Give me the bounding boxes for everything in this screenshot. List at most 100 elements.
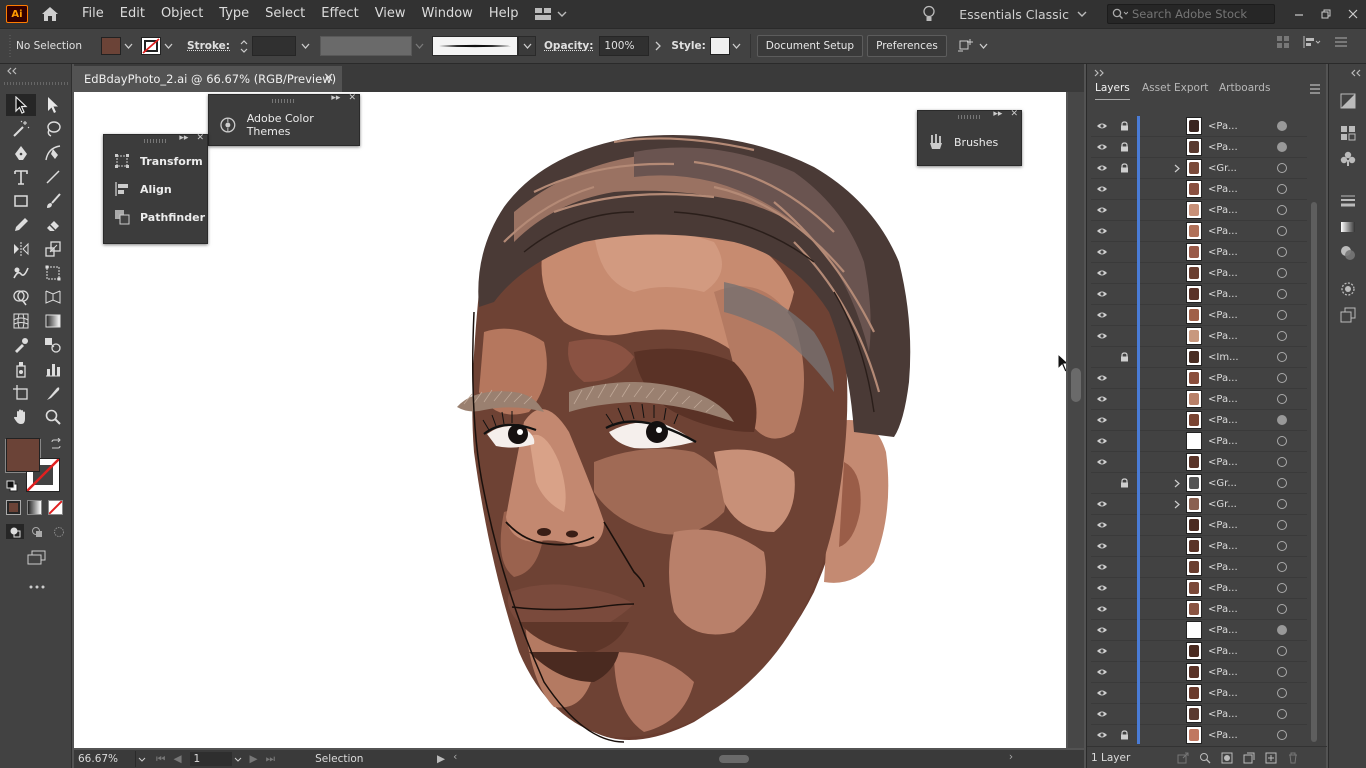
portrait-artwork[interactable]: [74, 92, 1066, 748]
restore-button[interactable]: [1312, 3, 1339, 25]
document-setup-button[interactable]: Document Setup: [756, 35, 864, 57]
gradient-tool[interactable]: [38, 310, 68, 332]
layer-name[interactable]: <Pa...: [1208, 205, 1268, 216]
canvas-vertical-scrollbar[interactable]: [1068, 92, 1084, 748]
opacity-slider-toggle[interactable]: [651, 37, 665, 55]
zoom-tool[interactable]: [38, 406, 68, 428]
graphic-style-dropdown[interactable]: [730, 37, 744, 55]
visibility-toggle[interactable]: [1091, 269, 1113, 277]
visibility-toggle[interactable]: [1091, 227, 1113, 235]
artboard[interactable]: [74, 92, 1066, 748]
lock-toggle[interactable]: [1113, 121, 1135, 131]
panel-header[interactable]: ▸▸ ✕: [209, 93, 359, 107]
dock-graphic-styles-icon[interactable]: [1329, 302, 1366, 328]
menu-window[interactable]: Window: [414, 0, 481, 28]
layer-row[interactable]: <Pa...: [1091, 535, 1307, 557]
layer-name[interactable]: <Pa...: [1208, 562, 1268, 573]
visibility-toggle[interactable]: [1091, 689, 1113, 697]
layer-row[interactable]: <Im...: [1091, 346, 1307, 368]
panel-header[interactable]: ▸▸ ✕: [104, 133, 207, 147]
layer-name[interactable]: <Pa...: [1208, 436, 1268, 447]
layer-row[interactable]: <Pa...: [1091, 241, 1307, 263]
default-fill-stroke-icon[interactable]: [6, 480, 18, 492]
visibility-toggle[interactable]: [1091, 311, 1113, 319]
dock-color-guide-icon[interactable]: [1329, 88, 1366, 114]
layer-name[interactable]: <Pa...: [1208, 142, 1268, 153]
visibility-toggle[interactable]: [1091, 605, 1113, 613]
paintbrush-tool[interactable]: [38, 190, 68, 212]
layer-row[interactable]: <Gr...: [1091, 493, 1307, 515]
target-circle-icon[interactable]: [1277, 730, 1287, 740]
layer-name[interactable]: <Gr...: [1208, 499, 1268, 510]
preferences-button[interactable]: Preferences: [867, 35, 947, 57]
scroll-right-icon[interactable]: ›: [1009, 751, 1013, 763]
trash-icon[interactable]: [1287, 752, 1299, 764]
arrange-documents-button[interactable]: [534, 7, 567, 21]
target-circle-icon[interactable]: [1277, 667, 1287, 677]
mesh-tool[interactable]: [6, 310, 36, 332]
menu-effect[interactable]: Effect: [313, 0, 366, 28]
graphic-style-swatch[interactable]: [709, 37, 730, 55]
pencil-tool[interactable]: [6, 214, 36, 236]
layer-row[interactable]: <Pa...: [1091, 577, 1307, 599]
layer-row[interactable]: <Pa...: [1091, 598, 1307, 620]
layer-name[interactable]: <Pa...: [1208, 688, 1268, 699]
layer-row[interactable]: <Pa...: [1091, 640, 1307, 662]
layer-name[interactable]: <Pa...: [1208, 730, 1268, 741]
visibility-toggle[interactable]: [1091, 647, 1113, 655]
hand-tool[interactable]: [6, 406, 36, 428]
stroke-dropdown[interactable]: [161, 37, 175, 55]
next-artboard-icon[interactable]: ▶: [250, 753, 258, 765]
menu-object[interactable]: Object: [153, 0, 211, 28]
layer-row[interactable]: <Pa...: [1091, 514, 1307, 536]
layer-row[interactable]: <Pa...: [1091, 178, 1307, 200]
collapse-tools-icon[interactable]: [6, 67, 18, 78]
align-item[interactable]: Align: [104, 175, 207, 203]
tab-layers[interactable]: Layers: [1095, 82, 1130, 100]
direct-selection-tool[interactable]: [38, 94, 68, 116]
layer-row[interactable]: <Pa...: [1091, 283, 1307, 305]
dock-appearance-icon[interactable]: [1329, 276, 1366, 302]
draw-inside-button[interactable]: [50, 524, 68, 539]
canvas-horizontal-scrollbar[interactable]: ‹ ›: [453, 751, 1013, 765]
layer-name[interactable]: <Pa...: [1208, 226, 1268, 237]
menu-select[interactable]: Select: [257, 0, 313, 28]
visibility-toggle[interactable]: [1091, 290, 1113, 298]
layer-name[interactable]: <Pa...: [1208, 247, 1268, 258]
visibility-toggle[interactable]: [1091, 521, 1113, 529]
stroke-weight-stepper[interactable]: [238, 36, 250, 56]
stroke-swatch[interactable]: [141, 37, 161, 55]
dock-stroke-icon[interactable]: [1329, 188, 1366, 214]
canvas-area[interactable]: ▸▸ ✕ Adobe Color Themes ▸▸ ✕ Transform Ali…: [74, 92, 1084, 750]
arrange-dropdown[interactable]: [977, 37, 991, 55]
variable-width-profile[interactable]: [320, 36, 412, 56]
collapse-icon[interactable]: ▸▸: [179, 133, 188, 143]
layer-row[interactable]: <Pa...: [1091, 116, 1307, 137]
layer-row[interactable]: <Pa...: [1091, 367, 1307, 389]
fill-swatch[interactable]: [101, 37, 121, 55]
draw-normal-button[interactable]: [6, 524, 24, 539]
brushes-item[interactable]: Brushes: [918, 123, 1021, 161]
document-tab[interactable]: EdBdayPhoto_2.ai @ 66.67% (RGB/Preview) …: [74, 66, 342, 92]
layer-name[interactable]: <Pa...: [1208, 457, 1268, 468]
target-circle-icon[interactable]: [1277, 478, 1287, 488]
selection-tool[interactable]: [6, 94, 36, 116]
horizontal-scroll-thumb[interactable]: [719, 755, 750, 763]
menu-file[interactable]: File: [74, 0, 112, 28]
draw-behind-button[interactable]: [28, 524, 46, 539]
new-sublayer-icon[interactable]: [1243, 752, 1255, 764]
shape-builder-tool[interactable]: [6, 286, 36, 308]
opacity-label[interactable]: Opacity:: [544, 40, 593, 52]
target-circle-icon[interactable]: [1277, 499, 1287, 509]
stroke-weight-field[interactable]: [252, 36, 296, 56]
target-circle-icon[interactable]: [1277, 541, 1287, 551]
lock-toggle[interactable]: [1113, 478, 1135, 488]
close-icon[interactable]: ✕: [323, 71, 334, 86]
eraser-tool[interactable]: [38, 214, 68, 236]
visibility-toggle[interactable]: [1091, 122, 1113, 130]
first-artboard-icon[interactable]: ⏮: [156, 753, 165, 766]
layer-name[interactable]: <Pa...: [1208, 667, 1268, 678]
locate-object-icon[interactable]: [1199, 752, 1211, 764]
visibility-toggle[interactable]: [1091, 500, 1113, 508]
lock-toggle[interactable]: [1113, 352, 1135, 362]
